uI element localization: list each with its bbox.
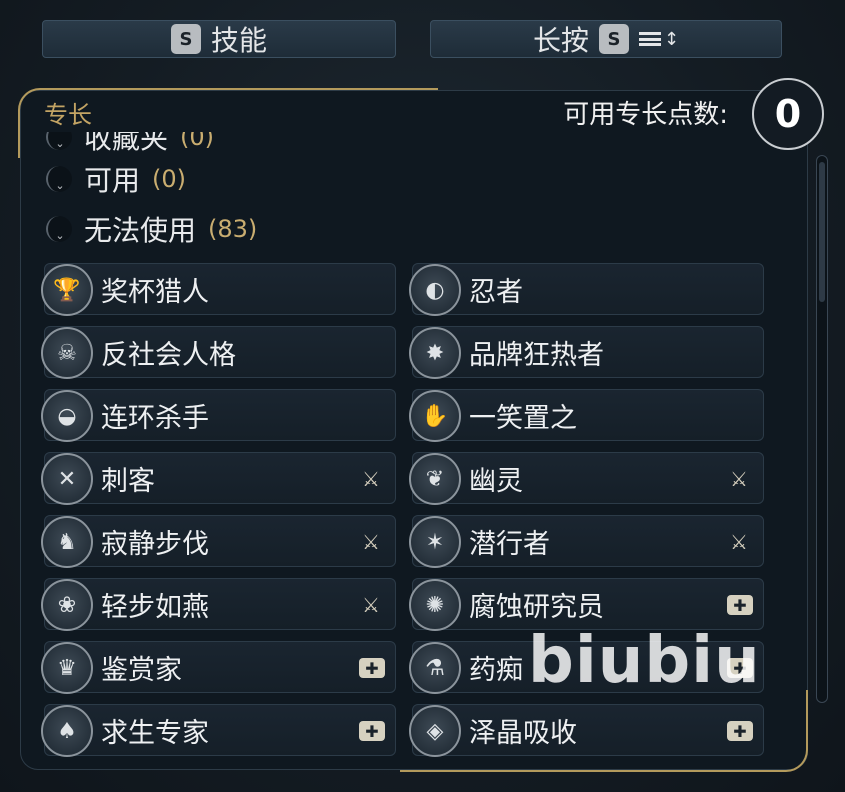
sort-scroll-icon: ↕ (638, 29, 679, 50)
key-s-badge: S (170, 24, 201, 54)
perk-card[interactable]: ✶ 潜行者 ⚔ (409, 515, 764, 568)
category-unavailable[interactable]: ⌄ 无法使用 (83) (46, 210, 466, 248)
bowl-icon: ◒ (41, 390, 93, 442)
perk-card[interactable]: 🏆 奖杯猎人 (41, 263, 396, 316)
watermark: biubiu (528, 624, 761, 698)
chevron-down-icon: ⌄ (46, 216, 72, 242)
perk-name: 腐蚀研究员 (469, 591, 604, 623)
mask-icon: ☠ (41, 327, 93, 379)
medkit-icon: ✚ (359, 658, 385, 678)
crouch-icon: ♞ (41, 516, 93, 568)
points-counter: 0 (752, 78, 824, 150)
perk-name: 轻步如燕 (101, 591, 209, 623)
perk-name: 奖杯猎人 (101, 276, 209, 308)
feather-icon: ❀ (41, 579, 93, 631)
perk-card[interactable]: ◒ 连环杀手 (41, 389, 396, 442)
burst-icon: ✸ (409, 327, 461, 379)
perk-name: 忍者 (469, 276, 523, 308)
hold-label: 长按 (532, 24, 589, 57)
perk-name: 寂静步伐 (101, 528, 209, 560)
perk-card[interactable]: ✋ 一笑置之 (409, 389, 764, 442)
perk-name: 鉴赏家 (101, 654, 182, 686)
key-s-badge: S (598, 24, 629, 54)
panel-header: 专长 可用专长点数: (22, 92, 808, 132)
hold-sort-button[interactable]: 长按 S ↕ (430, 20, 782, 58)
combat-icon: ⚔ (362, 467, 380, 491)
combat-icon: ⚔ (730, 467, 748, 491)
perk-card[interactable]: ◈ 泽晶吸收 ✚ (409, 704, 764, 757)
perk-card[interactable]: ◐ 忍者 (409, 263, 764, 316)
points-label: 可用专长点数: (563, 99, 728, 130)
perk-name: 刺客 (101, 465, 155, 497)
perk-name: 一笑置之 (469, 402, 577, 434)
perk-name: 潜行者 (469, 528, 550, 560)
corrosion-icon: ✺ (409, 579, 461, 631)
crossed-blades-icon: ✕ (41, 453, 93, 505)
stalker-icon: ✶ (409, 516, 461, 568)
crystal-icon: ◈ (409, 705, 461, 757)
combat-icon: ⚔ (362, 530, 380, 554)
combat-icon: ⚔ (362, 593, 380, 617)
medkit-icon: ✚ (727, 721, 753, 741)
combat-icon: ⚔ (730, 530, 748, 554)
trophy-icon: 🏆 (41, 264, 93, 316)
perk-card[interactable]: ✺ 腐蚀研究员 ✚ (409, 578, 764, 631)
perk-card[interactable]: ❦ 幽灵 ⚔ (409, 452, 764, 505)
category-available[interactable]: ⌄ 可用 (0) (46, 160, 466, 198)
perk-card[interactable]: ♠ 求生专家 ✚ (41, 704, 396, 757)
chef-hat-icon: ♛ (41, 642, 93, 694)
medkit-icon: ✚ (359, 721, 385, 741)
perk-name: 幽灵 (469, 465, 523, 497)
ninja-icon: ◐ (409, 264, 461, 316)
chevron-down-icon: ⌄ (46, 166, 72, 192)
perk-card[interactable]: ♛ 鉴赏家 ✚ (41, 641, 396, 694)
perk-name: 反社会人格 (101, 339, 236, 371)
medkit-icon: ✚ (727, 595, 753, 615)
skills-button[interactable]: S 技能 (42, 20, 396, 58)
scrollbar-thumb[interactable] (819, 162, 825, 302)
perk-name: 品牌狂热者 (469, 339, 604, 371)
perk-name: 泽晶吸收 (469, 717, 577, 749)
perk-card[interactable]: ❀ 轻步如燕 ⚔ (41, 578, 396, 631)
category-count: (83) (208, 215, 258, 243)
skills-label: 技能 (210, 24, 267, 57)
pills-icon: ⚗ (409, 642, 461, 694)
hand-icon: ✋ (409, 390, 461, 442)
ghost-icon: ❦ (409, 453, 461, 505)
perk-card[interactable]: ♞ 寂静步伐 ⚔ (41, 515, 396, 568)
perk-name: 药痴 (469, 654, 523, 686)
perk-card[interactable]: ☠ 反社会人格 (41, 326, 396, 379)
perk-name: 求生专家 (101, 717, 209, 749)
panel-title: 专长 (44, 100, 92, 129)
category-label: 无法使用 (84, 214, 197, 247)
perk-card[interactable]: ✸ 品牌狂热者 (409, 326, 764, 379)
perk-card[interactable]: ✕ 刺客 ⚔ (41, 452, 396, 505)
scrollbar[interactable] (816, 155, 828, 703)
category-count: (0) (152, 165, 187, 193)
shovel-icon: ♠ (41, 705, 93, 757)
perk-name: 连环杀手 (101, 402, 209, 434)
category-label: 可用 (84, 164, 141, 197)
